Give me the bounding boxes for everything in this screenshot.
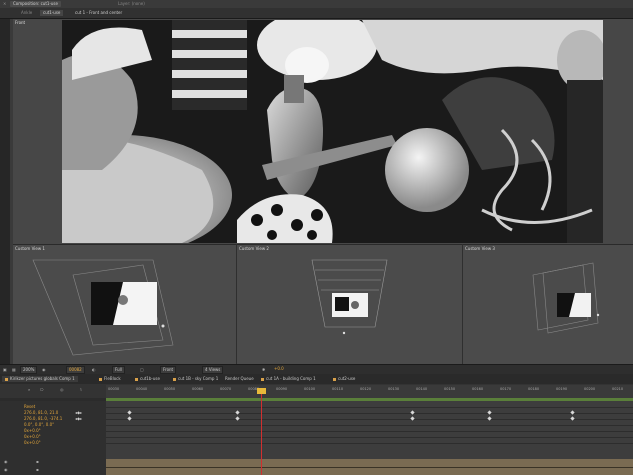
ruler-tick: 00130 <box>388 387 400 391</box>
region-icon[interactable]: ▢ <box>140 367 144 372</box>
custom-view-2-label: Custom View 2 <box>239 246 269 251</box>
visibility-icon[interactable]: ◉ <box>4 467 8 472</box>
ruler-tick: 00060 <box>192 387 204 391</box>
ruler-tick: 00070 <box>220 387 232 391</box>
ruler-tick: 00190 <box>556 387 568 391</box>
tab-timeline-1-label: Kirikzer pictures globals Comp 1 <box>10 376 75 381</box>
track-line <box>106 431 633 432</box>
track-line <box>106 413 633 414</box>
viewer-right-margin <box>603 19 633 244</box>
ruler-tick: 00180 <box>528 387 540 391</box>
ruler-tick: 00040 <box>136 387 148 391</box>
channel-icon[interactable]: ◐ <box>92 367 96 372</box>
property-reset[interactable]: Reset <box>24 404 35 409</box>
snapshot-icon[interactable]: ▣ <box>3 367 7 372</box>
crumb-render[interactable]: Ankle <box>18 10 35 16</box>
search-icon[interactable]: ⌕ <box>28 387 30 392</box>
tab-timeline-1[interactable]: Kirikzer pictures globals Comp 1 <box>2 376 78 382</box>
custom-view-1-wireframe <box>32 259 174 356</box>
layer-duration-bars[interactable] <box>106 459 633 475</box>
keyframe-nav-icon[interactable]: ◂◆▸ <box>75 416 82 421</box>
ruler-tick: 00170 <box>500 387 512 391</box>
tab-timeline-5-label: Render Queue <box>225 376 254 381</box>
property-position[interactable]: 276.0, 81.0, -374.1 <box>24 416 62 421</box>
custom-view-3-label: Custom View 3 <box>465 246 495 251</box>
ruler-tick: 00110 <box>332 387 344 391</box>
current-time-indicator[interactable] <box>257 388 266 394</box>
custom-view-1[interactable]: Custom View 1 <box>13 244 236 365</box>
tab-timeline-2[interactable]: FleBlock <box>96 376 124 382</box>
visibility-icon[interactable]: ◉ <box>4 459 8 464</box>
property-anchor[interactable]: 276.0, 81.0, 21.0 <box>24 410 58 415</box>
camera-icon[interactable]: ◉ <box>42 367 46 372</box>
tab-timeline-7[interactable]: cut2-use <box>330 376 358 382</box>
track-line <box>106 437 633 438</box>
ruler-tick: 00120 <box>360 387 372 391</box>
timecode-field[interactable]: 00082 <box>66 366 85 374</box>
custom-view-1-label: Custom View 1 <box>15 246 45 251</box>
tab-timeline-3-label: cut1b-use <box>140 376 160 381</box>
grid-icon[interactable]: ▦ <box>12 367 16 372</box>
zoom-select[interactable]: 200% <box>20 366 38 374</box>
track-line <box>106 419 633 420</box>
property-x-rotation[interactable]: 0x+0.0° <box>24 428 41 433</box>
tab-timeline-4-label: cut 1B - sky Comp 1 <box>178 376 219 381</box>
crumb-camera[interactable]: cut 1 - Front and center <box>72 10 125 16</box>
keyframe-nav-icon[interactable]: ◂◆▸ <box>75 410 82 415</box>
tab-timeline-4[interactable]: cut 1B - sky Comp 1 <box>170 376 221 382</box>
ruler-tick: 00160 <box>472 387 484 391</box>
ruler-tick: 00030 <box>108 387 120 391</box>
exposure-field[interactable]: +0.0 <box>272 366 286 372</box>
lock-icon[interactable]: ▪ <box>36 467 39 472</box>
close-icon[interactable]: × <box>3 1 6 6</box>
exposure-icon[interactable]: ✱ <box>262 367 265 372</box>
custom-view-3[interactable]: Custom View 3 <box>463 244 633 365</box>
active-view-label: Front <box>15 20 26 25</box>
tab-timeline-7-label: cut2-use <box>338 376 356 381</box>
track-line <box>106 443 633 444</box>
graph-editor-icon[interactable]: ⌇ <box>80 387 82 392</box>
property-orientation[interactable]: 0.0°, 0.0°, 0.0° <box>24 422 54 427</box>
tab-composition[interactable]: Composition: cut1-use <box>10 1 61 7</box>
tab-timeline-6[interactable]: cut 1A - building Comp 1 <box>258 376 319 382</box>
view-select[interactable]: Front <box>160 366 177 374</box>
tab-layer[interactable]: Layer: (none) <box>115 1 148 7</box>
ruler-tick: 00090 <box>276 387 288 391</box>
composition-frame[interactable] <box>62 20 603 243</box>
custom-view-2-wireframe <box>311 259 388 335</box>
motion-blur-icon[interactable]: ◎ <box>60 387 64 392</box>
breadcrumb: Ankle cut1-use cut 1 - Front and center <box>0 8 633 19</box>
track-line <box>106 425 633 426</box>
tab-timeline-3[interactable]: cut1b-use <box>132 376 163 382</box>
comp-flowchart-icon[interactable]: ⎔ <box>40 387 44 392</box>
track-line <box>106 407 633 408</box>
ruler-tick: 00210 <box>612 387 624 391</box>
lock-icon[interactable]: ▪ <box>36 459 39 464</box>
tab-timeline-6-label: cut 1A - building Comp 1 <box>266 376 316 381</box>
composition-image <box>62 20 603 243</box>
property-z-rotation[interactable]: 0x+0.0° <box>24 440 41 445</box>
layer-panel: Reset 276.0, 81.0, 21.0 276.0, 81.0, -37… <box>0 401 106 475</box>
layer-bar-divider <box>106 467 633 468</box>
ruler-tick: 00100 <box>304 387 316 391</box>
tab-composition-label: Composition: cut1-use <box>13 1 58 6</box>
resolution-select[interactable]: Full <box>112 366 125 374</box>
crumb-comp[interactable]: cut1-use <box>40 10 64 16</box>
ruler-tick: 00140 <box>416 387 428 391</box>
ruler-tick: 00200 <box>584 387 596 391</box>
current-time-line <box>261 392 262 475</box>
custom-view-2[interactable]: Custom View 2 <box>237 244 462 365</box>
tab-timeline-5[interactable]: Render Queue <box>222 376 257 382</box>
custom-view-3-wireframe <box>532 262 600 334</box>
property-y-rotation[interactable]: 0x+0.0° <box>24 434 41 439</box>
ruler-tick: 00150 <box>444 387 456 391</box>
tab-layer-label: Layer: (none) <box>118 1 145 6</box>
layout-select[interactable]: 4 Views <box>202 366 224 374</box>
tab-timeline-2-label: FleBlock <box>104 376 121 381</box>
ruler-tick: 00050 <box>164 387 176 391</box>
time-ruler[interactable]: 00030 00040 00050 00060 00070 00080 0009… <box>106 385 633 398</box>
viewer-footer: ▣ ▦ 200% ◉ 00082 ◐ Full ▢ Front 4 Views … <box>0 364 633 374</box>
